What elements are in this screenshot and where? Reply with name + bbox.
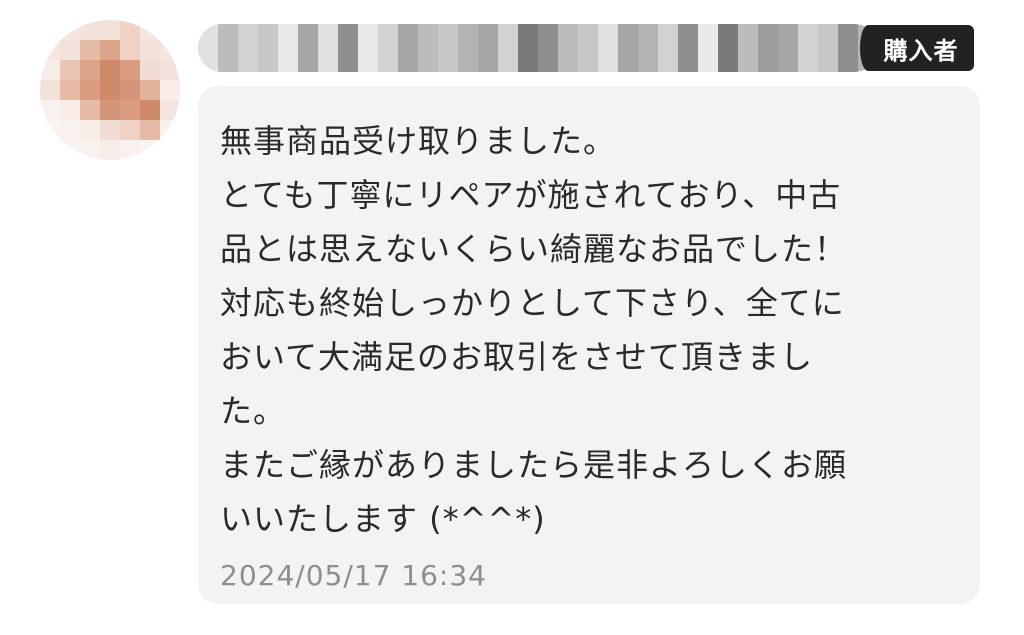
message-line: 無事商品受け取りました。 — [220, 122, 617, 160]
avatar-pixel — [100, 40, 120, 60]
avatar-pixel — [140, 140, 160, 160]
avatar-pixel — [160, 40, 180, 60]
avatar-pixel — [60, 80, 80, 100]
username-pixel — [738, 24, 758, 72]
avatar-pixel — [160, 120, 180, 140]
username-pixel — [218, 24, 238, 72]
avatar-pixel — [100, 100, 120, 120]
avatar-pixel — [80, 20, 100, 40]
avatar-pixel — [120, 40, 140, 60]
avatar-pixel — [160, 60, 180, 80]
username-pixel — [818, 24, 838, 72]
username-pixel — [358, 24, 378, 72]
username-redacted[interactable] — [198, 24, 878, 72]
message-line: とても丁寧にリペアが施されており、中古 — [220, 176, 842, 214]
review-comment: 購入者 無事商品受け取りました。 とても丁寧にリペアが施されており、中古 品とは… — [0, 0, 1024, 635]
username-pixel — [698, 24, 718, 72]
avatar-pixel — [60, 140, 80, 160]
username-pixel — [478, 24, 498, 72]
username-pixel — [598, 24, 618, 72]
message-bubble: 無事商品受け取りました。 とても丁寧にリペアが施されており、中古 品とは思えない… — [198, 86, 980, 604]
username-pixel — [278, 24, 298, 72]
avatar-pixel — [60, 40, 80, 60]
message-line: 対応も終始しっかりとして下さり、全てに — [220, 284, 845, 322]
username-pixel — [198, 24, 218, 72]
avatar-pixel — [120, 80, 140, 100]
username-pixel — [778, 24, 798, 72]
avatar-pixel — [100, 60, 120, 80]
avatar-pixel — [120, 100, 140, 120]
message-line: またご縁がありましたら是非よろしくお願 — [220, 446, 848, 484]
username-pixel — [458, 24, 478, 72]
avatar-pixel — [120, 120, 140, 140]
avatar-pixel — [40, 20, 60, 40]
message-timestamp: 2024/05/17 16:34 — [220, 559, 487, 592]
avatar-pixel — [140, 60, 160, 80]
message-line: おいて大満足のお取引をさせて頂きまし — [220, 338, 814, 376]
username-pixel — [318, 24, 338, 72]
avatar-pixel — [80, 100, 100, 120]
username-pixel — [538, 24, 558, 72]
avatar-pixel — [80, 120, 100, 140]
avatar-pixel — [160, 140, 180, 160]
avatar-pixel — [80, 140, 100, 160]
message-line: 品とは思えないくらい綺麗なお品でした！ — [220, 230, 848, 268]
avatar-pixel — [40, 80, 60, 100]
username-pixel — [558, 24, 578, 72]
message-line: いいたします (*^^*) — [220, 500, 546, 538]
username-pixel — [678, 24, 698, 72]
username-pixel — [518, 24, 538, 72]
username-pixel — [338, 24, 358, 72]
avatar-pixel — [140, 40, 160, 60]
avatar-pixel — [120, 20, 140, 40]
buyer-badge-label: 購入者 — [883, 36, 959, 65]
avatar-pixel — [40, 60, 60, 80]
username-pixel — [258, 24, 278, 72]
avatar[interactable] — [40, 20, 180, 160]
avatar-pixel — [120, 60, 140, 80]
username-pixel — [398, 24, 418, 72]
username-pixel — [798, 24, 818, 72]
avatar-pixel — [160, 100, 180, 120]
username-pixel — [438, 24, 458, 72]
username-pixel — [578, 24, 598, 72]
username-pixel — [638, 24, 658, 72]
username-pixel — [378, 24, 398, 72]
avatar-pixel — [120, 140, 140, 160]
avatar-pixel — [40, 40, 60, 60]
avatar-pixel — [80, 60, 100, 80]
avatar-pixel — [60, 100, 80, 120]
avatar-pixel — [40, 100, 60, 120]
avatar-pixel — [140, 120, 160, 140]
avatar-pixel — [160, 20, 180, 40]
avatar-pixel — [60, 120, 80, 140]
avatar-pixel — [100, 140, 120, 160]
username-pixel — [838, 24, 858, 72]
buyer-badge: 購入者 — [860, 25, 974, 71]
username-pixel — [298, 24, 318, 72]
avatar-pixel — [80, 80, 100, 100]
avatar-pixel — [140, 80, 160, 100]
avatar-pixel — [100, 20, 120, 40]
avatar-pixel — [40, 120, 60, 140]
avatar-pixel — [100, 120, 120, 140]
avatar-pixel — [140, 20, 160, 40]
avatar-pixel — [80, 40, 100, 60]
username-pixel — [618, 24, 638, 72]
username-pixel — [498, 24, 518, 72]
username-pixel — [718, 24, 738, 72]
username-pixel — [238, 24, 258, 72]
avatar-pixel — [100, 80, 120, 100]
avatar-pixel — [140, 100, 160, 120]
avatar-pixel — [60, 20, 80, 40]
avatar-pixel — [60, 60, 80, 80]
message-line: た。 — [220, 392, 287, 430]
avatar-pixel — [40, 140, 60, 160]
avatar-pixel — [160, 80, 180, 100]
username-pixel — [658, 24, 678, 72]
username-pixel — [758, 24, 778, 72]
username-pixel — [418, 24, 438, 72]
